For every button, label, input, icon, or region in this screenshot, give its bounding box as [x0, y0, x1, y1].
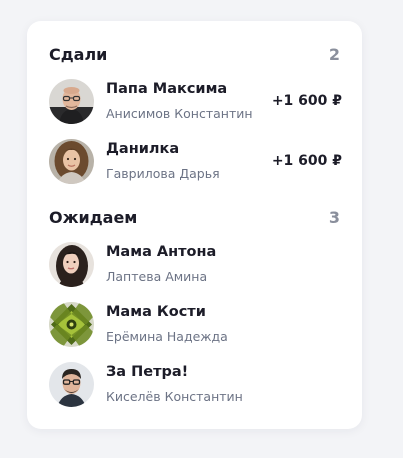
list-item[interactable]: Мама Кости Ерёмина Надежда [49, 302, 342, 350]
contributor-full-name: Анисимов Константин [106, 106, 253, 121]
waiting-section-title: Ожидаем [49, 207, 138, 227]
paid-section-header: Сдали 2 [49, 43, 340, 65]
contributor-full-name: Киселёв Константин [106, 389, 243, 404]
contributions-card: Сдали 2 Папа Максима Анисимов Константин… [27, 21, 362, 429]
contribution-amount: +1 600 ₽ [271, 93, 342, 109]
list-item[interactable]: За Петра! Киселёв Константин [49, 362, 342, 410]
contributor-name: Мама Кости [106, 304, 206, 320]
paid-section-title: Сдали [49, 44, 108, 64]
contributor-name: Мама Антона [106, 244, 217, 260]
avatar [49, 302, 94, 347]
contributor-name: За Петра! [106, 364, 189, 380]
contributor-full-name: Ерёмина Надежда [106, 329, 228, 344]
contributor-name: Папа Максима [106, 81, 228, 97]
waiting-section-header: Ожидаем 3 [49, 206, 340, 228]
contributor-full-name: Лаптева Амина [106, 269, 208, 284]
avatar [49, 139, 94, 184]
paid-section-count: 2 [328, 44, 340, 64]
avatar [49, 79, 94, 124]
list-item[interactable]: Мама Антона Лаптева Амина [49, 242, 342, 290]
contributor-full-name: Гаврилова Дарья [106, 166, 220, 181]
avatar [49, 362, 94, 407]
contribution-amount: +1 600 ₽ [271, 153, 342, 169]
waiting-section-count: 3 [328, 207, 340, 227]
list-item[interactable]: Папа Максима Анисимов Константин +1 600 … [49, 79, 342, 127]
list-item[interactable]: Данилка Гаврилова Дарья +1 600 ₽ [49, 139, 342, 187]
avatar [49, 242, 94, 287]
contributor-name: Данилка [106, 141, 180, 157]
